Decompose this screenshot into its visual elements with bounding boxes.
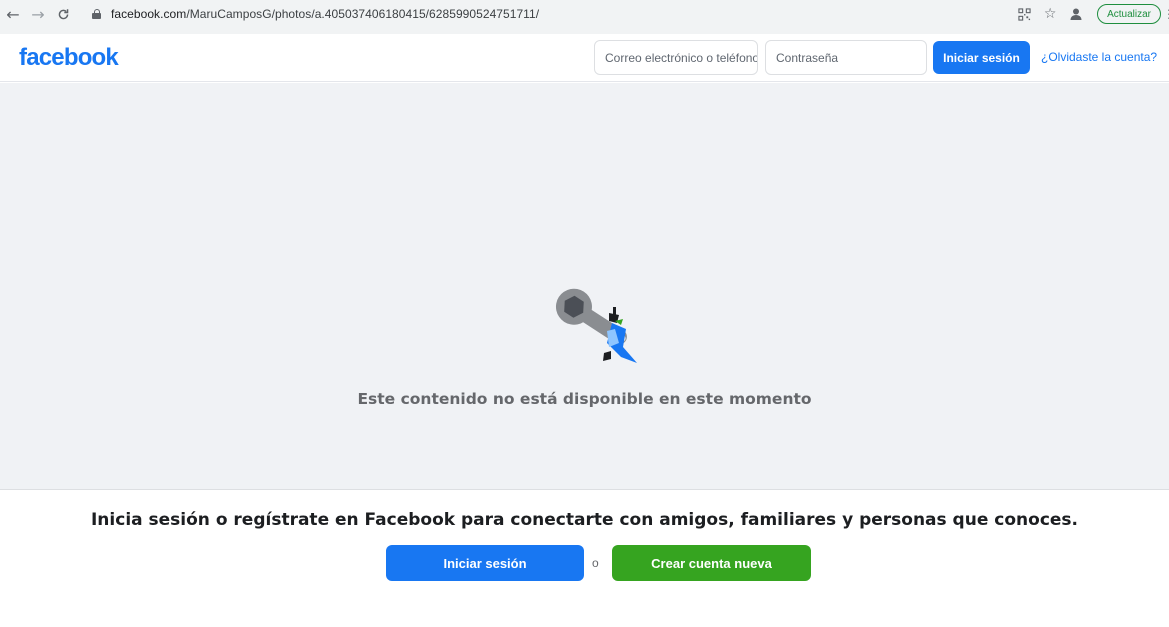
menu-icon[interactable]: ⋮ xyxy=(1163,7,1169,21)
password-field[interactable]: Contraseña xyxy=(765,40,927,75)
wrench-bird-icon xyxy=(549,285,649,370)
lock-icon[interactable] xyxy=(92,9,101,19)
browser-actions: ☆ Actualizar ⋮ xyxy=(1015,3,1169,25)
email-field[interactable]: Correo electrónico o teléfono xyxy=(594,40,758,75)
qr-code-icon[interactable] xyxy=(1015,5,1033,23)
forgot-account-link[interactable]: ¿Olvidaste la cuenta? xyxy=(1041,50,1157,64)
banner-text: Inicia sesión o regístrate en Facebook p… xyxy=(90,510,1078,530)
unavailable-message: Este contenido no está disponible en est… xyxy=(357,390,812,408)
url-text: facebook.com/MaruCamposG/photos/a.405037… xyxy=(111,7,540,21)
or-separator: o xyxy=(592,556,599,570)
facebook-logo[interactable]: facebook xyxy=(19,44,119,72)
address-bar[interactable]: facebook.com/MaruCamposG/photos/a.405037… xyxy=(92,3,992,25)
back-icon[interactable]: ← xyxy=(2,3,24,25)
browser-toolbar: ← → facebook.com/MaruCamposG/photos/a.40… xyxy=(0,0,1169,34)
profile-icon[interactable] xyxy=(1067,5,1085,23)
banner-login-button[interactable]: Iniciar sesión xyxy=(386,545,584,581)
login-banner: Inicia sesión o regístrate en Facebook p… xyxy=(0,489,1169,601)
update-button[interactable]: Actualizar xyxy=(1097,4,1161,24)
header-login-button[interactable]: Iniciar sesión xyxy=(933,41,1030,74)
star-icon[interactable]: ☆ xyxy=(1041,5,1059,23)
create-account-button[interactable]: Crear cuenta nueva xyxy=(612,545,811,581)
reload-icon[interactable] xyxy=(52,3,74,25)
forward-icon[interactable]: → xyxy=(27,3,49,25)
fb-header: facebook Correo electrónico o teléfono C… xyxy=(0,34,1169,82)
